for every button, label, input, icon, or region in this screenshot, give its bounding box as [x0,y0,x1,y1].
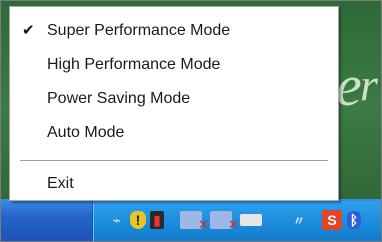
wallpaper-text: r [360,59,378,110]
menu-separator [20,160,328,161]
signal-icon[interactable]: 〃 [290,211,308,229]
app-s-icon[interactable]: S [322,210,342,230]
power-mode-context-menu: ✔ Super Performance Mode High Performanc… [9,6,339,201]
menu-item-label: Super Performance Mode [47,22,231,39]
display-icon[interactable] [240,214,262,226]
menu-item-super-performance[interactable]: ✔ Super Performance Mode [10,17,338,45]
menu-item-high-performance[interactable]: High Performance Mode [10,51,338,79]
disconnected-icon: ✕ [198,217,209,232]
menu-item-label: Power Saving Mode [47,90,191,107]
shield-warning-icon[interactable]: ! [130,211,146,229]
usb-icon[interactable]: ⌁ [108,211,126,229]
menu-item-exit[interactable]: Exit [10,170,338,198]
menu-item-label: High Performance Mode [47,56,221,73]
menu-item-power-saving[interactable]: Power Saving Mode [10,85,338,113]
menu-item-auto-mode[interactable]: Auto Mode [10,119,338,147]
disconnected-icon: ✕ [228,217,239,232]
menu-item-label: Exit [47,175,74,192]
menu-item-label: Auto Mode [47,124,125,141]
speaker-icon[interactable]: ▮ [150,211,164,229]
wallpaper-text: e [336,53,362,118]
bluetooth-icon[interactable]: ᛒ [347,211,361,229]
checkmark-icon: ✔ [22,22,35,39]
